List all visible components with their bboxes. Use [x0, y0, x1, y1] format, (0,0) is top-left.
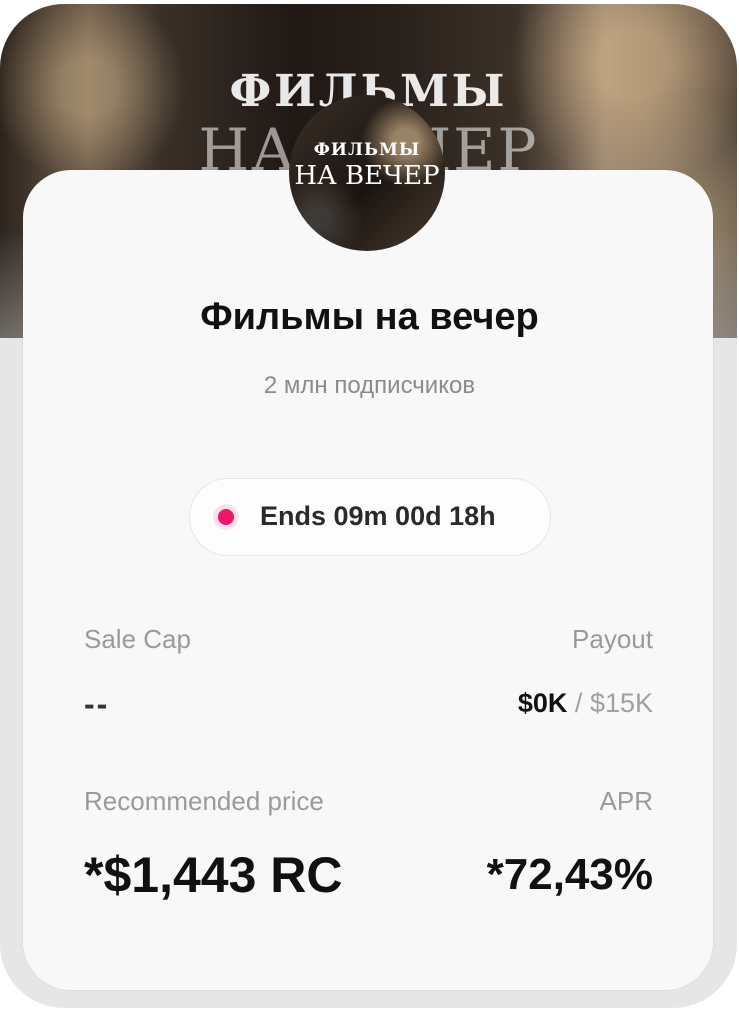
ends-countdown-text: Ends 09m 00d 18h [260, 501, 496, 531]
payout-separator: / [574, 688, 583, 718]
sale-cap-value: -- [84, 686, 110, 722]
apr-label: APR [599, 786, 653, 816]
sale-cap-label: Sale Cap [84, 624, 191, 654]
status-dot-icon [218, 509, 234, 525]
subscriber-count: 2 млн подписчиков [263, 372, 476, 399]
payout-current: $0K [517, 688, 568, 718]
avatar-subtitle: НА ВЕЧЕР [294, 161, 440, 191]
ends-countdown-badge: Ends 09m 00d 18h [189, 478, 551, 556]
recommended-price-label: Recommended price [84, 786, 324, 816]
channel-title: Фильмы на вечер [200, 296, 539, 338]
avatar-title: ФИЛЬМЫ [313, 140, 421, 160]
apr-value: *72,43% [486, 850, 653, 899]
payout-total: $15K [589, 688, 653, 718]
payout-label: Payout [572, 624, 653, 654]
payout-value: $0K / $15K [518, 688, 653, 719]
channel-avatar[interactable]: ФИЛЬМЫ НА ВЕЧЕР [289, 95, 445, 251]
recommended-price-value: *$1,443 RC [84, 847, 343, 903]
